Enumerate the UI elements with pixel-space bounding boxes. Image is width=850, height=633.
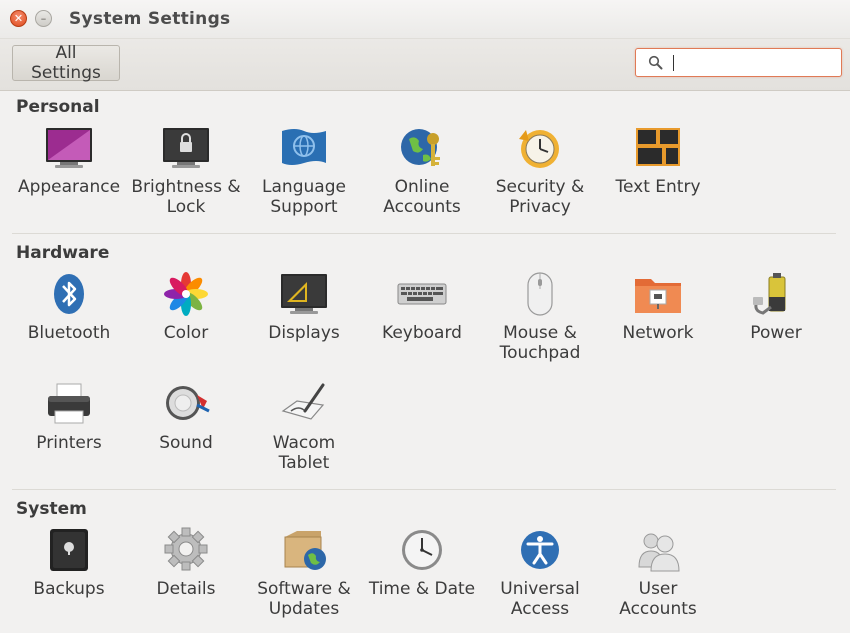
text-caret bbox=[673, 55, 674, 71]
search-icon bbox=[648, 55, 663, 70]
settings-item-label: Printers bbox=[36, 433, 102, 453]
title-bar: ✕ – System Settings bbox=[0, 0, 850, 39]
settings-item-wacom-tablet[interactable]: Wacom Tablet bbox=[245, 381, 363, 473]
settings-item-label: User Accounts bbox=[619, 579, 697, 619]
software-updates-icon bbox=[284, 531, 326, 570]
settings-item-mouse-touchpad[interactable]: Mouse & Touchpad bbox=[481, 271, 599, 363]
network-icon bbox=[635, 279, 681, 313]
universal-access-icon bbox=[521, 531, 559, 569]
settings-item-language-support[interactable]: Language Support bbox=[245, 125, 363, 217]
settings-item-network[interactable]: Network bbox=[599, 271, 717, 343]
displays-icon bbox=[281, 274, 327, 314]
settings-item-label: Bluetooth bbox=[27, 323, 111, 343]
settings-item-label: Power bbox=[750, 323, 802, 343]
settings-item-label: Security & Privacy bbox=[495, 177, 585, 217]
mouse-icon bbox=[527, 272, 553, 316]
settings-item-label: Color bbox=[163, 323, 209, 343]
bluetooth-icon bbox=[54, 274, 84, 314]
toolbar: All Settings bbox=[0, 39, 850, 91]
settings-item-backups[interactable]: Backups bbox=[10, 527, 128, 599]
appearance-icon bbox=[46, 128, 92, 168]
minimize-icon: – bbox=[40, 12, 47, 25]
brightness-lock-icon bbox=[163, 128, 209, 168]
window-title: System Settings bbox=[69, 9, 231, 29]
settings-item-label: Keyboard bbox=[382, 323, 462, 343]
settings-item-user-accounts[interactable]: User Accounts bbox=[599, 527, 717, 619]
system-settings-window: ✕ – System Settings All Settings Persona… bbox=[0, 0, 850, 633]
settings-item-label: Displays bbox=[268, 323, 340, 343]
settings-item-time-date[interactable]: Time & Date bbox=[363, 527, 481, 599]
settings-item-label: Wacom Tablet bbox=[272, 433, 336, 473]
settings-item-software-updates[interactable]: Software & Updates bbox=[245, 527, 363, 619]
clock-icon bbox=[402, 530, 442, 570]
online-accounts-icon bbox=[401, 129, 440, 166]
settings-item-label: Sound bbox=[159, 433, 213, 453]
users-icon bbox=[638, 533, 680, 572]
settings-item-label: Online Accounts bbox=[383, 177, 461, 217]
settings-item-label: Time & Date bbox=[368, 579, 476, 599]
close-icon: ✕ bbox=[13, 12, 24, 25]
backups-icon bbox=[50, 529, 88, 571]
language-icon bbox=[282, 129, 326, 165]
settings-item-online-accounts[interactable]: Online Accounts bbox=[363, 125, 481, 217]
settings-item-keyboard[interactable]: Keyboard bbox=[363, 271, 481, 343]
settings-item-label: Language Support bbox=[262, 177, 346, 217]
minimize-window-button[interactable]: – bbox=[35, 10, 52, 27]
settings-item-bluetooth[interactable]: Bluetooth bbox=[10, 271, 128, 343]
keyboard-icon bbox=[397, 283, 447, 305]
wacom-icon bbox=[281, 383, 325, 420]
search-input[interactable] bbox=[678, 52, 837, 74]
settings-item-label: Text Entry bbox=[615, 177, 701, 197]
security-privacy-icon bbox=[519, 130, 559, 168]
settings-item-label: Network bbox=[622, 323, 694, 343]
settings-item-brightness-lock[interactable]: Brightness & Lock bbox=[127, 125, 245, 217]
settings-item-details[interactable]: Details bbox=[127, 527, 245, 599]
section-title-system: System bbox=[16, 499, 87, 519]
section-title-hardware: Hardware bbox=[16, 243, 110, 263]
settings-item-color[interactable]: Color bbox=[127, 271, 245, 343]
settings-item-label: Details bbox=[156, 579, 216, 599]
all-settings-button[interactable]: All Settings bbox=[12, 43, 120, 83]
close-window-button[interactable]: ✕ bbox=[10, 10, 27, 27]
printer-icon bbox=[48, 383, 90, 424]
settings-item-text-entry[interactable]: Text Entry bbox=[599, 125, 717, 197]
settings-item-label: Backups bbox=[33, 579, 105, 599]
settings-item-label: Mouse & Touchpad bbox=[499, 323, 581, 363]
settings-item-power[interactable]: Power bbox=[717, 271, 835, 343]
settings-item-label: Universal Access bbox=[500, 579, 580, 619]
section-separator bbox=[12, 233, 836, 234]
color-icon bbox=[164, 272, 208, 316]
settings-item-label: Appearance bbox=[17, 177, 121, 197]
settings-item-printers[interactable]: Printers bbox=[10, 381, 128, 453]
settings-item-label: Brightness & Lock bbox=[131, 177, 241, 217]
section-title-personal: Personal bbox=[16, 97, 100, 117]
text-entry-icon bbox=[636, 128, 680, 166]
settings-item-label: Software & Updates bbox=[257, 579, 351, 619]
gear-icon bbox=[164, 527, 208, 571]
sound-icon bbox=[166, 386, 210, 420]
settings-item-security-privacy[interactable]: Security & Privacy bbox=[481, 125, 599, 217]
search-box[interactable] bbox=[635, 48, 842, 77]
section-separator bbox=[12, 489, 836, 490]
settings-item-universal-access[interactable]: Universal Access bbox=[481, 527, 599, 619]
settings-item-displays[interactable]: Displays bbox=[245, 271, 363, 343]
settings-item-sound[interactable]: Sound bbox=[127, 381, 245, 453]
settings-item-appearance[interactable]: Appearance bbox=[10, 125, 128, 197]
power-icon bbox=[753, 273, 786, 315]
